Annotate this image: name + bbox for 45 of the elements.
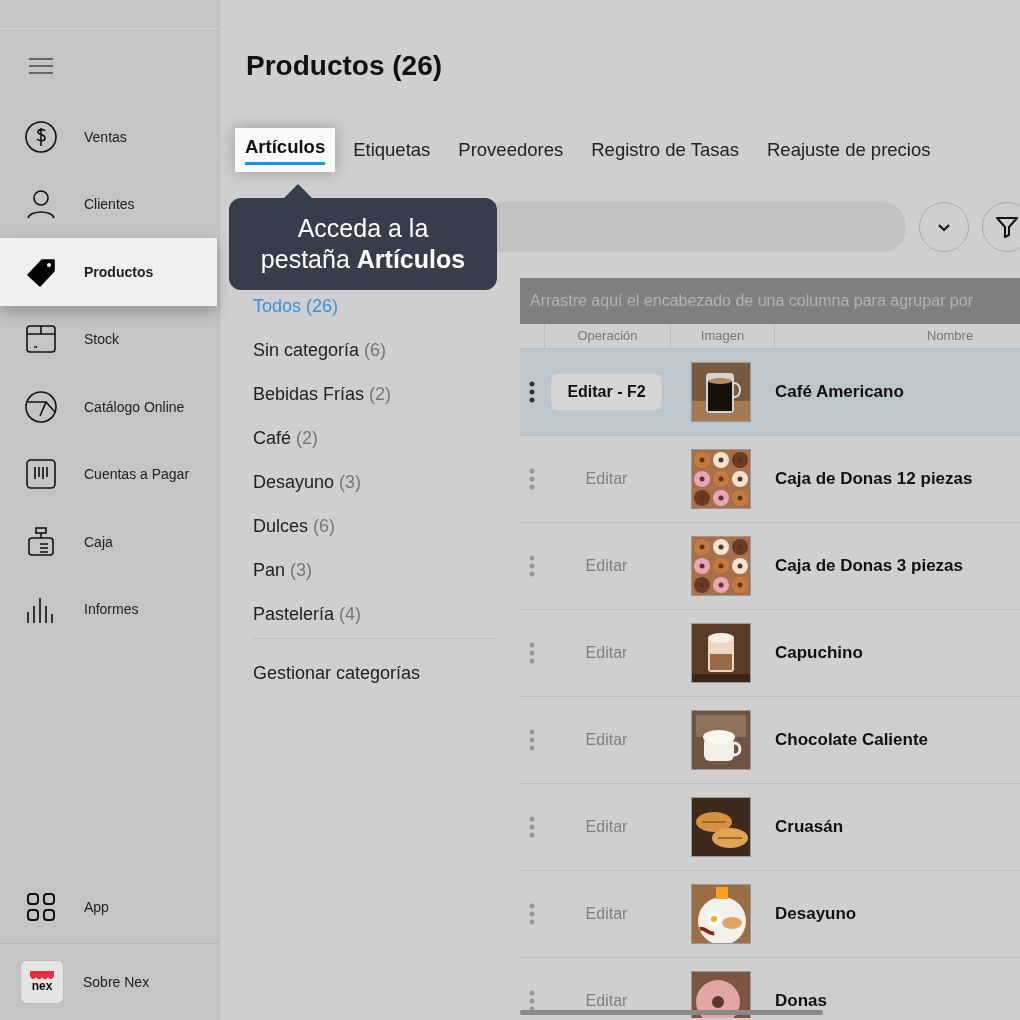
app-item[interactable]: App xyxy=(0,870,219,944)
sidebar-item[interactable]: Ventas xyxy=(0,103,219,171)
product-name: Caja de Donas 3 piezas xyxy=(775,556,964,576)
product-name: Caja de Donas 12 piezas xyxy=(775,469,973,489)
category-item[interactable]: Dulces (6) xyxy=(253,506,495,550)
category-item[interactable]: Bebidas Frías (2) xyxy=(253,374,495,418)
tab[interactable]: Etiquetas xyxy=(343,128,441,172)
tooltip-text: Acceda a la pestaña Artículos xyxy=(260,213,466,275)
product-name: Chocolate Caliente xyxy=(775,730,929,750)
table-row[interactable]: Editar - F2 Café Americano xyxy=(520,349,1020,436)
edit-button[interactable]: Editar - F2 xyxy=(551,374,662,410)
barcode-icon xyxy=(24,457,58,492)
sidebar-item[interactable]: Clientes xyxy=(0,170,219,238)
filter-icon xyxy=(995,215,1019,239)
sidebar-item[interactable]: Productos xyxy=(0,238,217,306)
tab[interactable]: Artículos xyxy=(235,128,336,172)
product-name: Donas xyxy=(775,991,827,1011)
category-item[interactable]: Pastelería (4) xyxy=(253,594,495,638)
page-title: Productos (26) xyxy=(246,49,444,83)
sidebar-item[interactable]: Catálogo Online xyxy=(0,373,219,441)
scrollbar[interactable] xyxy=(520,1010,823,1015)
product-name: Desayuno xyxy=(775,904,857,924)
tab[interactable]: Proveedores xyxy=(448,128,574,172)
product-name: Café Americano xyxy=(775,382,904,402)
sidebar-item[interactable]: Informes xyxy=(0,575,219,643)
sidebar-item[interactable]: Caja xyxy=(0,508,219,576)
tab[interactable]: Reajuste de precios xyxy=(757,128,941,172)
manage-categories-link[interactable]: Gestionar categorías xyxy=(253,653,495,693)
grid-icon xyxy=(26,891,56,922)
product-name: Capuchino xyxy=(775,643,863,663)
sidebar-item[interactable]: Cuentas a Pagar xyxy=(0,440,219,508)
category-item[interactable]: Sin categoría (6) xyxy=(253,330,495,374)
app-logo: nex xyxy=(20,960,64,1004)
more-icon[interactable] xyxy=(529,381,535,403)
dollar-icon xyxy=(24,119,58,154)
category-item[interactable]: Pan (3) xyxy=(253,550,495,594)
menu-icon[interactable] xyxy=(28,57,54,75)
sidebar-item[interactable]: Stock xyxy=(0,305,219,373)
product-name: Cruasán xyxy=(775,817,844,837)
category-item[interactable]: Desayuno (3) xyxy=(253,462,495,506)
category-item[interactable]: Café (2) xyxy=(253,418,495,462)
expand-button[interactable] xyxy=(919,202,969,252)
filter-button[interactable] xyxy=(982,202,1020,252)
about-item[interactable]: nex Sobre Nex xyxy=(0,944,219,1020)
tab[interactable]: Registro de Tasas xyxy=(581,128,749,172)
